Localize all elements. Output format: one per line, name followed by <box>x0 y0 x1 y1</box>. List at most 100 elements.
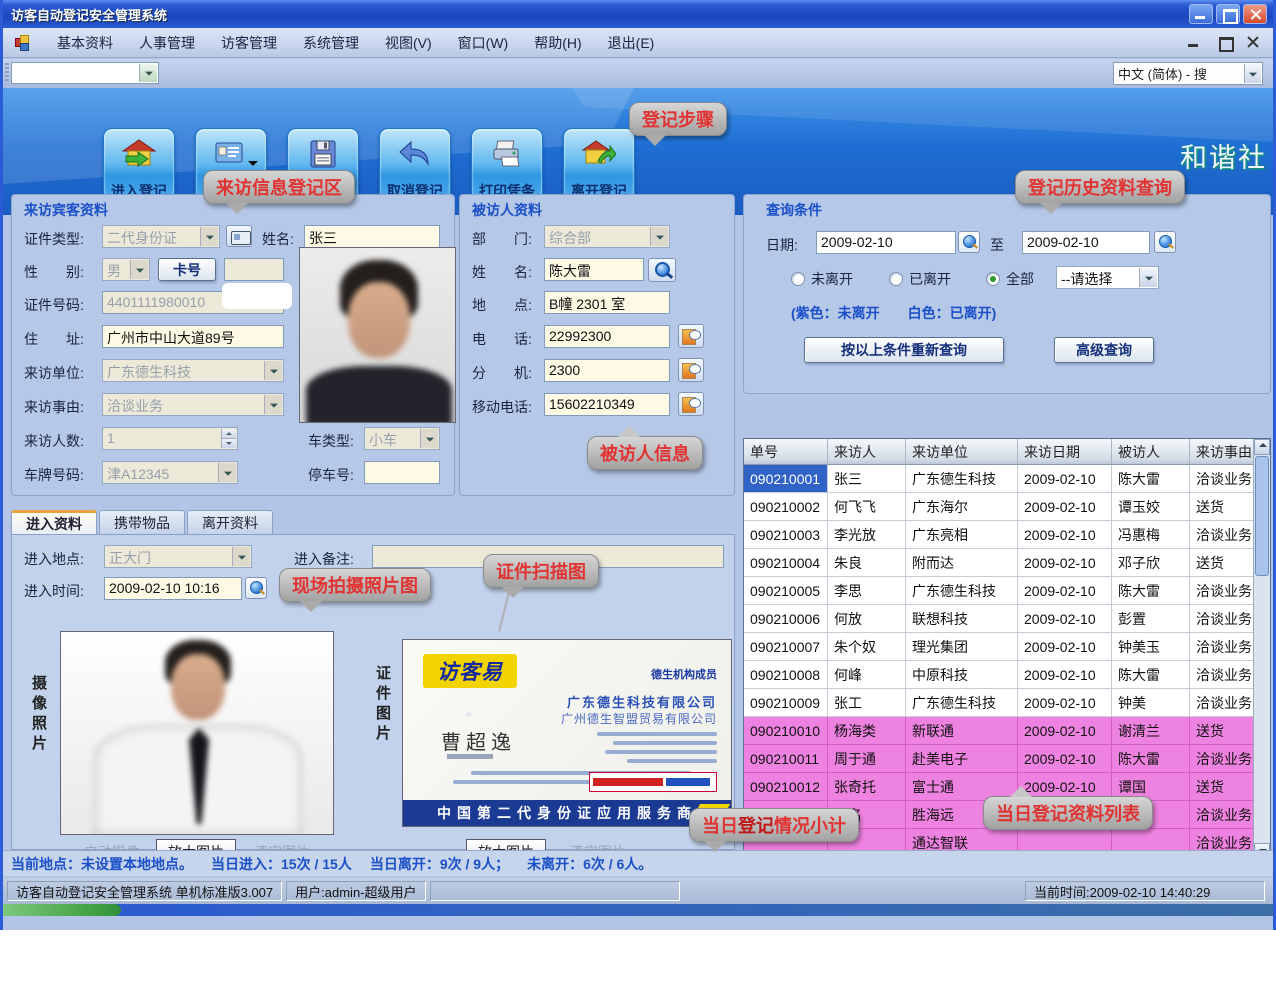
card-reader-icon[interactable] <box>226 225 252 247</box>
table-cell[interactable]: 何飞飞 <box>828 493 906 521</box>
table-cell[interactable]: 朱良 <box>828 549 906 577</box>
table-cell[interactable]: 2009-02-10 <box>1018 633 1112 661</box>
table-cell[interactable]: 090210007 <box>744 633 828 661</box>
stepper-down-icon[interactable] <box>221 438 236 448</box>
mobile-dial-icon[interactable] <box>678 392 704 416</box>
table-cell[interactable]: 周于通 <box>828 745 906 773</box>
table-cell[interactable]: 广东德生科技 <box>906 465 1018 493</box>
requery-button[interactable]: 按以上条件重新查询 <box>804 337 1004 363</box>
menu-basic-data[interactable]: 基本资料 <box>57 33 113 53</box>
table-cell[interactable]: 送货 <box>1190 773 1255 801</box>
table-cell[interactable]: 赴美电子 <box>906 745 1018 773</box>
quick-combo[interactable] <box>11 62 159 84</box>
table-cell[interactable]: 洽谈业务 <box>1190 521 1255 549</box>
date-to-field[interactable]: 2009-02-10 <box>1022 231 1150 254</box>
table-row[interactable]: 090210001张三广东德生科技2009-02-10陈大雷洽谈业务 <box>744 465 1270 493</box>
menu-visitor[interactable]: 访客管理 <box>221 33 277 53</box>
visitor-count-stepper[interactable]: 1 <box>102 427 238 450</box>
menu-hr[interactable]: 人事管理 <box>139 33 195 53</box>
table-cell[interactable]: 陈大雷 <box>1112 745 1190 773</box>
table-cell[interactable]: 090210011 <box>744 745 828 773</box>
entry-place-combo[interactable]: 正大门 <box>104 545 252 568</box>
table-cell[interactable]: 李思 <box>828 577 906 605</box>
menu-view[interactable]: 视图(V) <box>385 33 432 53</box>
table-cell[interactable]: 广东亮相 <box>906 521 1018 549</box>
table-cell[interactable]: 洽谈业务 <box>1190 801 1255 829</box>
entry-time-picker-icon[interactable] <box>245 577 267 599</box>
restore-icon[interactable] <box>1216 4 1240 24</box>
phone-field[interactable]: 22992300 <box>544 325 670 348</box>
table-header-cell[interactable]: 被访人 <box>1112 439 1190 465</box>
table-header-cell[interactable]: 来访事由 <box>1190 439 1255 465</box>
menu-system[interactable]: 系统管理 <box>303 33 359 53</box>
radio-all[interactable]: 全部 <box>986 269 1034 289</box>
table-cell[interactable]: 090210002 <box>744 493 828 521</box>
radio-not-left[interactable]: 未离开 <box>791 269 853 289</box>
table-cell[interactable]: 2009-02-10 <box>1018 465 1112 493</box>
table-cell[interactable]: 090210006 <box>744 605 828 633</box>
query-select-combo[interactable]: --请选择 <box>1056 266 1159 289</box>
advanced-query-button[interactable]: 高级查询 <box>1054 337 1154 363</box>
tab-carried-items[interactable]: 携带物品 <box>99 510 185 534</box>
table-cell[interactable]: 洽谈业务 <box>1190 661 1255 689</box>
company-combo[interactable]: 广东德生科技 <box>102 359 284 382</box>
phone-dial-icon[interactable] <box>678 324 704 348</box>
table-cell[interactable]: 邓子欣 <box>1112 549 1190 577</box>
table-cell[interactable]: 2009-02-10 <box>1018 717 1112 745</box>
table-cell[interactable]: 2009-02-10 <box>1018 661 1112 689</box>
reason-combo[interactable]: 洽谈业务 <box>102 393 284 416</box>
table-cell[interactable]: 090210004 <box>744 549 828 577</box>
table-row[interactable]: 090210007朱个奴理光集团2009-02-10钟美玉洽谈业务 <box>744 633 1270 661</box>
table-cell[interactable]: 090210010 <box>744 717 828 745</box>
date-to-picker-icon[interactable] <box>1154 231 1176 253</box>
language-bar[interactable]: 中文 (简体) - 搜 <box>1113 62 1263 85</box>
table-cell[interactable]: 陈大雷 <box>1112 661 1190 689</box>
card-no-field[interactable] <box>224 258 284 281</box>
table-cell[interactable]: 090210005 <box>744 577 828 605</box>
table-cell[interactable]: 洽谈业务 <box>1190 745 1255 773</box>
table-cell[interactable]: 2009-02-10 <box>1018 745 1112 773</box>
table-cell[interactable]: 洽谈业务 <box>1190 605 1255 633</box>
table-header-cell[interactable]: 单号 <box>744 439 828 465</box>
table-cell[interactable]: 陈大雷 <box>1112 577 1190 605</box>
card-no-button[interactable]: 卡号 <box>158 258 216 281</box>
ext-dial-icon[interactable] <box>678 358 704 382</box>
table-cell[interactable]: 090210012 <box>744 773 828 801</box>
table-cell[interactable]: 2009-02-10 <box>1018 605 1112 633</box>
table-row[interactable]: 090210011周于通赴美电子2009-02-10陈大雷洽谈业务 <box>744 745 1270 773</box>
table-cell[interactable]: 谢清兰 <box>1112 717 1190 745</box>
table-cell[interactable]: 钟美玉 <box>1112 633 1190 661</box>
visitor-name-field[interactable]: 张三 <box>304 225 440 248</box>
table-cell[interactable]: 朱个奴 <box>828 633 906 661</box>
table-cell[interactable]: 冯惠梅 <box>1112 521 1190 549</box>
table-header-cell[interactable]: 来访日期 <box>1018 439 1112 465</box>
table-cell[interactable]: 送货 <box>1190 549 1255 577</box>
table-cell[interactable]: 洽谈业务 <box>1190 465 1255 493</box>
table-cell[interactable]: 送货 <box>1190 717 1255 745</box>
table-cell[interactable]: 090210001 <box>744 465 828 493</box>
table-cell[interactable]: 附而达 <box>906 549 1018 577</box>
radio-left[interactable]: 已离开 <box>889 269 951 289</box>
tab-entry-info[interactable]: 进入资料 <box>11 510 97 534</box>
table-cell[interactable]: 李光放 <box>828 521 906 549</box>
table-cell[interactable]: 张工 <box>828 689 906 717</box>
vehicle-type-combo[interactable]: 小车 <box>364 427 440 450</box>
table-cell[interactable]: 090210009 <box>744 689 828 717</box>
tab-leave-info[interactable]: 离开资料 <box>187 510 273 534</box>
table-cell[interactable]: 谭玉姣 <box>1112 493 1190 521</box>
menu-exit[interactable]: 退出(E) <box>608 33 655 53</box>
mdi-restore-icon[interactable] <box>1213 33 1233 51</box>
table-cell[interactable]: 090210003 <box>744 521 828 549</box>
table-row[interactable]: 090210010杨海类新联通2009-02-10谢清兰送货 <box>744 717 1270 745</box>
host-search-icon[interactable] <box>648 258 676 282</box>
table-cell[interactable]: 广东德生科技 <box>906 689 1018 717</box>
table-row[interactable]: 090210005李思广东德生科技2009-02-10陈大雷洽谈业务 <box>744 577 1270 605</box>
table-cell[interactable]: 送货 <box>1190 493 1255 521</box>
table-cell[interactable]: 何放 <box>828 605 906 633</box>
table-cell[interactable]: 张奇托 <box>828 773 906 801</box>
table-cell[interactable]: 2009-02-10 <box>1018 493 1112 521</box>
entry-time-field[interactable]: 2009-02-10 10:16 <box>104 577 242 600</box>
table-cell[interactable]: 彭置 <box>1112 605 1190 633</box>
table-cell[interactable]: 何峰 <box>828 661 906 689</box>
scroll-up-icon[interactable] <box>1254 439 1270 455</box>
